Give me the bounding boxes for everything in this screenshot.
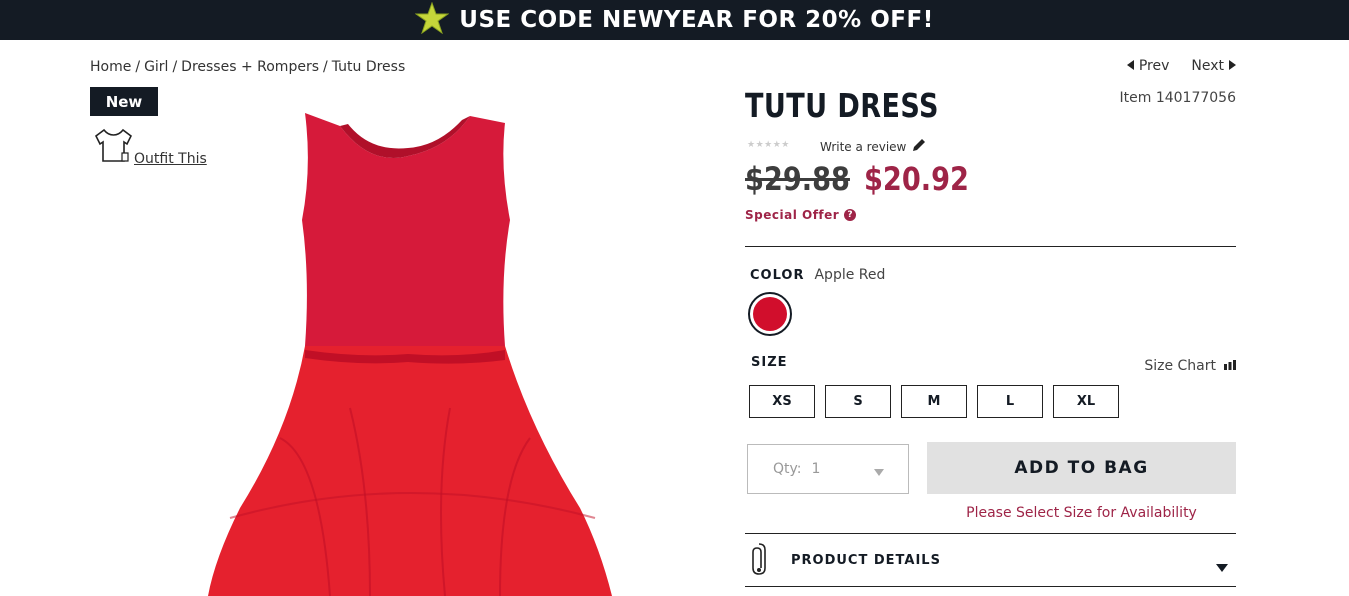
add-to-bag-button[interactable]: ADD TO BAG: [927, 442, 1236, 494]
chevron-down-icon: [874, 464, 884, 480]
tshirt-icon: [92, 127, 133, 169]
item-number: Item 140177056: [1119, 90, 1236, 106]
availability-message: Please Select Size for Availability: [966, 505, 1197, 521]
breadcrumb-current: Tutu Dress: [331, 59, 406, 75]
product-details-label: PRODUCT DETAILS: [791, 553, 941, 568]
pencil-icon: [912, 138, 926, 155]
breadcrumb: Home / Girl / Dresses + Rompers / Tutu Dress: [90, 59, 406, 75]
next-link[interactable]: Next: [1191, 58, 1236, 74]
color-row: COLOR Apple Red: [750, 267, 885, 283]
qty-value: 1: [811, 461, 821, 477]
product-image[interactable]: [200, 108, 620, 596]
promo-text: USE CODE NEWYEAR FOR 20% OFF!: [459, 7, 934, 33]
swatch-fill: [753, 297, 787, 331]
original-price: $29.88: [745, 160, 850, 198]
safety-pin-icon: [745, 542, 773, 580]
breadcrumb-dresses[interactable]: Dresses + Rompers: [181, 59, 319, 75]
caret-right-icon: [1229, 58, 1236, 74]
size-chart-link[interactable]: Size Chart: [1144, 358, 1236, 374]
rating-stars: ★★★★★: [747, 140, 790, 150]
new-badge: New: [90, 87, 158, 116]
size-xl-button[interactable]: XL: [1053, 385, 1119, 418]
size-xs-button[interactable]: XS: [749, 385, 815, 418]
product-nav: Prev Next: [1126, 58, 1236, 74]
promo-banner: USE CODE NEWYEAR FOR 20% OFF!: [0, 0, 1349, 40]
special-offer[interactable]: Special Offer ?: [745, 208, 857, 222]
special-offer-label: Special Offer: [745, 208, 840, 222]
help-icon: ?: [844, 209, 857, 221]
divider: [745, 246, 1236, 247]
product-title: TUTU DRESS: [745, 86, 939, 125]
breadcrumb-home[interactable]: Home: [90, 59, 131, 75]
size-options: XS S M L XL: [749, 385, 1119, 418]
outfit-this-link[interactable]: Outfit This: [92, 127, 207, 169]
next-label: Next: [1191, 58, 1224, 74]
size-label: SIZE: [751, 355, 788, 370]
size-l-button[interactable]: L: [977, 385, 1043, 418]
quantity-select[interactable]: Qty: 1: [747, 444, 909, 494]
size-s-button[interactable]: S: [825, 385, 891, 418]
divider: [745, 586, 1236, 587]
outfit-this-label: Outfit This: [134, 151, 207, 167]
product-details-toggle[interactable]: PRODUCT DETAILS: [745, 535, 1236, 586]
sale-price: $20.92: [864, 160, 970, 198]
caret-left-icon: [1126, 58, 1134, 74]
size-m-button[interactable]: M: [901, 385, 967, 418]
prev-link[interactable]: Prev: [1126, 58, 1170, 74]
write-review-label: Write a review: [820, 139, 907, 154]
star-icon: [414, 1, 450, 38]
color-swatch-apple-red[interactable]: [748, 292, 792, 336]
color-label: COLOR: [750, 268, 805, 283]
breadcrumb-girl[interactable]: Girl: [144, 59, 168, 75]
write-review-link[interactable]: Write a review: [820, 138, 926, 155]
chevron-down-icon: [1216, 557, 1228, 576]
divider: [745, 533, 1236, 534]
prev-label: Prev: [1138, 58, 1170, 74]
qty-label: Qty:: [773, 461, 802, 477]
price-row: $29.88 $20.92: [745, 160, 988, 198]
bar-chart-icon: [1224, 358, 1236, 374]
color-value: Apple Red: [814, 267, 886, 283]
size-chart-label: Size Chart: [1144, 358, 1216, 374]
